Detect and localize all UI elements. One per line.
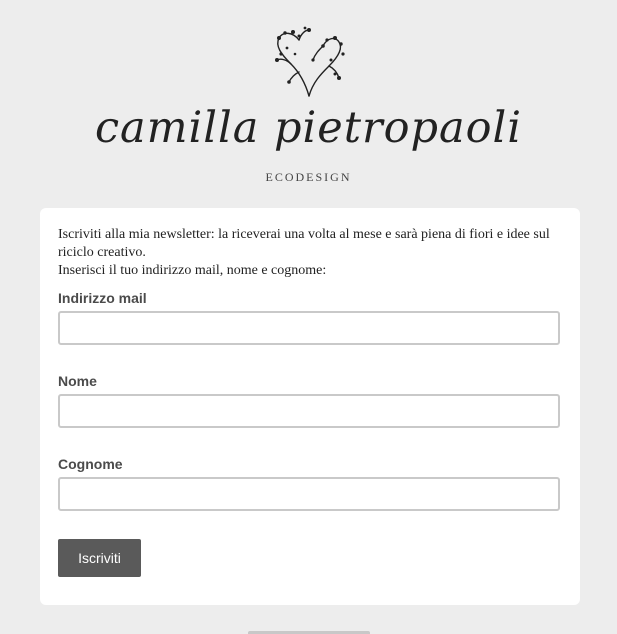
name-field[interactable] <box>58 394 560 428</box>
newsletter-page: camilla pietropaoli ECODESIGN Iscriviti … <box>0 0 617 634</box>
surname-field[interactable] <box>58 477 560 511</box>
subscribe-button[interactable]: Iscriviti <box>58 539 141 577</box>
email-label: Indirizzo mail <box>58 290 147 306</box>
name-label: Nome <box>58 373 97 389</box>
surname-label: Cognome <box>58 456 123 472</box>
email-field[interactable] <box>58 311 560 345</box>
brand-name: camilla pietropaoli <box>94 103 523 153</box>
brand-subtitle: ECODESIGN <box>265 170 352 184</box>
form-intro: Iscriviti alla mia newsletter: la riceve… <box>58 226 558 280</box>
newsletter-form-card: Iscriviti alla mia newsletter: la riceve… <box>40 208 580 605</box>
intro-text: Iscriviti alla mia newsletter: la riceve… <box>58 227 550 260</box>
floral-heart-icon <box>274 26 345 97</box>
intro-instructions: Inserisci il tuo indirizzo mail, nome e … <box>58 263 327 278</box>
